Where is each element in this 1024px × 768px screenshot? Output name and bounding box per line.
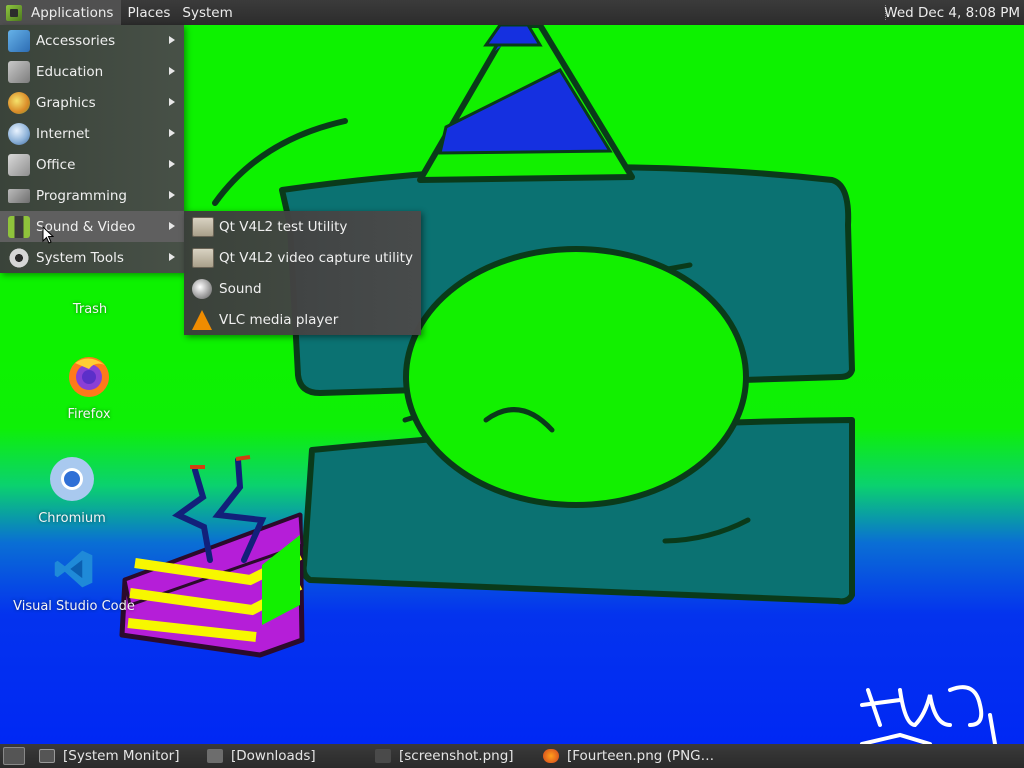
- trash-label: Trash: [72, 302, 108, 317]
- places-menu[interactable]: Places: [121, 0, 176, 25]
- menu-item-label: Education: [36, 63, 104, 80]
- menu-item-label: Graphics: [36, 94, 96, 111]
- accessories-icon: [8, 29, 30, 52]
- menu-item-label: System Tools: [36, 249, 124, 266]
- submenu-item-qt-v4l2-capture[interactable]: Qt V4L2 video capture utility: [184, 242, 421, 273]
- applications-logo-icon: [6, 4, 22, 21]
- submenu-arrow-icon: [169, 160, 175, 168]
- submenu-item-qt-v4l2-test[interactable]: Qt V4L2 test Utility: [184, 211, 421, 242]
- image-viewer-icon: [375, 749, 391, 763]
- menu-item-office[interactable]: Office: [0, 149, 184, 180]
- places-menu-label: Places: [127, 4, 171, 21]
- menu-item-accessories[interactable]: Accessories: [0, 25, 184, 56]
- firefox-label: Firefox: [67, 407, 111, 422]
- chromium-label: Chromium: [38, 511, 106, 526]
- submenu-arrow-icon: [169, 222, 175, 230]
- top-panel: Applications Places System Wed Dec 4, 8:…: [0, 0, 1024, 25]
- submenu-arrow-icon: [169, 98, 175, 106]
- taskbar-item-label: [Fourteen.png (PNG…: [567, 748, 715, 764]
- menu-item-graphics[interactable]: Graphics: [0, 87, 184, 118]
- folder-icon: [207, 749, 223, 763]
- submenu-arrow-icon: [169, 36, 175, 44]
- menu-item-label: Internet: [36, 125, 90, 142]
- submenu-item-sound[interactable]: Sound: [184, 273, 421, 304]
- menu-item-internet[interactable]: Internet: [0, 118, 184, 149]
- internet-icon: [8, 122, 30, 145]
- firefox-icon: [69, 357, 109, 397]
- menu-item-label: Accessories: [36, 32, 116, 49]
- chromium-desktop-icon[interactable]: Chromium: [34, 455, 110, 526]
- system-menu[interactable]: System: [176, 0, 238, 25]
- vscode-icon: [54, 550, 93, 588]
- vscode-label: Visual Studio Code: [13, 599, 135, 614]
- menu-item-label: Office: [36, 156, 76, 173]
- vscode-desktop-icon[interactable]: Visual Studio Code: [12, 547, 136, 614]
- taskbar-item-label: [Downloads]: [231, 748, 316, 764]
- submenu-item-vlc[interactable]: VLC media player: [184, 304, 421, 335]
- taskbar-item-label: [screenshot.png]: [399, 748, 514, 764]
- vlc-icon: [192, 309, 212, 330]
- submenu-item-label: Qt V4L2 video capture utility: [219, 249, 413, 266]
- submenu-arrow-icon: [169, 191, 175, 199]
- graphics-icon: [8, 91, 30, 114]
- sound-icon: [192, 278, 212, 299]
- programming-icon: [8, 188, 30, 203]
- menu-item-label: Programming: [36, 187, 127, 204]
- taskbar-item-system-monitor[interactable]: [System Monitor]: [33, 744, 201, 768]
- firefox-icon: [543, 749, 559, 763]
- qt-icon: [192, 216, 214, 237]
- sound-video-submenu: Qt V4L2 test Utility Qt V4L2 video captu…: [184, 211, 421, 335]
- applications-menu[interactable]: Applications: [0, 0, 122, 25]
- menu-item-sound-video[interactable]: Sound & Video: [0, 211, 184, 242]
- qt-icon: [192, 247, 214, 268]
- taskbar-item-fourteen[interactable]: [Fourteen.png (PNG…: [537, 744, 717, 768]
- menu-item-system-tools[interactable]: System Tools: [0, 242, 184, 273]
- system-tools-icon: [8, 246, 30, 269]
- mouse-cursor-icon: [42, 226, 54, 244]
- office-icon: [8, 153, 30, 176]
- system-menu-label: System: [182, 4, 233, 21]
- applications-menu-label: Applications: [31, 4, 114, 21]
- system-monitor-icon: [39, 749, 55, 763]
- submenu-item-label: Sound: [219, 280, 262, 297]
- taskbar-item-label: [System Monitor]: [63, 748, 180, 764]
- taskbar-item-screenshot[interactable]: [screenshot.png]: [369, 744, 537, 768]
- submenu-arrow-icon: [169, 67, 175, 75]
- chromium-icon: [50, 457, 94, 501]
- trash-desktop-icon[interactable]: Trash: [60, 302, 120, 317]
- firefox-desktop-icon[interactable]: Firefox: [56, 351, 122, 422]
- taskbar: [System Monitor] [Downloads] [screenshot…: [0, 744, 1024, 768]
- submenu-item-label: VLC media player: [219, 311, 339, 328]
- taskbar-item-downloads[interactable]: [Downloads]: [201, 744, 369, 768]
- clock[interactable]: Wed Dec 4, 8:08 PM: [884, 0, 1020, 25]
- show-desktop-button[interactable]: [3, 747, 25, 765]
- education-icon: [8, 60, 30, 83]
- sound-video-icon: [8, 215, 30, 238]
- menu-item-programming[interactable]: Programming: [0, 180, 184, 211]
- submenu-arrow-icon: [169, 129, 175, 137]
- submenu-item-label: Qt V4L2 test Utility: [219, 218, 348, 235]
- menu-item-education[interactable]: Education: [0, 56, 184, 87]
- submenu-arrow-icon: [169, 253, 175, 261]
- applications-dropdown: Accessories Education Graphics Internet …: [0, 25, 184, 273]
